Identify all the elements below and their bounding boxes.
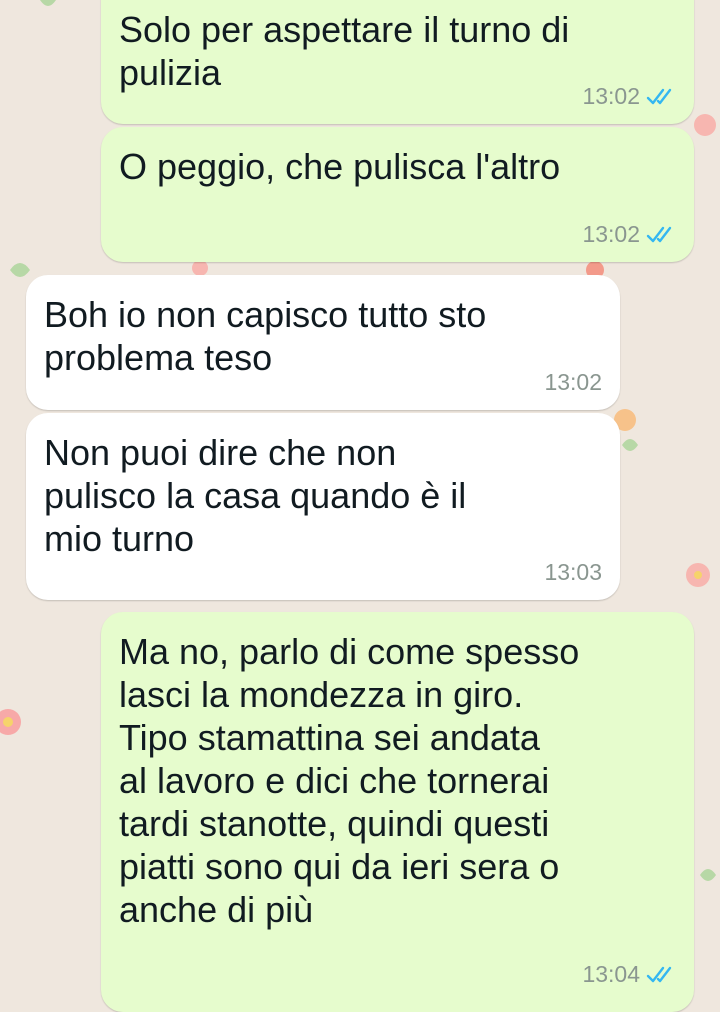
message-text: Non puoi dire che non pulisco la casa qu…	[44, 432, 467, 559]
message-text: Boh io non capisco tutto sto problema te…	[44, 294, 487, 378]
message-meta: 13:03	[544, 559, 602, 586]
message-bubble-outgoing[interactable]: O peggio, che pulisca l'altro 13:02	[101, 127, 694, 262]
message-bubble-outgoing[interactable]: Ma no, parlo di come spesso lasci la mon…	[101, 612, 694, 1012]
leaf-doodle-icon	[40, 0, 56, 6]
message-timestamp: 13:04	[582, 961, 640, 987]
leaf-doodle-icon	[622, 439, 638, 451]
leaf-doodle-icon	[10, 263, 30, 277]
double-check-read-icon	[646, 88, 676, 106]
message-meta: 13:02	[582, 83, 676, 110]
message-text: Ma no, parlo di come spesso lasci la mon…	[119, 631, 580, 930]
double-check-read-icon	[646, 966, 676, 984]
message-bubble-incoming[interactable]: Non puoi dire che non pulisco la casa qu…	[26, 413, 620, 600]
message-timestamp: 13:02	[582, 83, 640, 109]
message-text: O peggio, che pulisca l'altro	[119, 146, 561, 187]
message-meta: 13:04	[582, 961, 676, 988]
message-meta: 13:02	[582, 221, 676, 248]
flower-doodle-icon	[686, 563, 710, 587]
double-check-read-icon	[646, 226, 676, 244]
flower-doodle-icon	[694, 114, 716, 136]
message-text: Solo per aspettare il turno di pulizia	[119, 9, 570, 93]
flower-doodle-icon	[0, 709, 21, 735]
message-timestamp: 13:02	[544, 369, 602, 395]
flower-doodle-icon	[192, 260, 208, 276]
message-bubble-incoming[interactable]: Boh io non capisco tutto sto problema te…	[26, 275, 620, 410]
message-bubble-outgoing[interactable]: Solo per aspettare il turno di pulizia 1…	[101, 0, 694, 124]
message-timestamp: 13:03	[544, 559, 602, 585]
leaf-doodle-icon	[700, 869, 716, 881]
message-meta: 13:02	[544, 369, 602, 396]
message-timestamp: 13:02	[582, 221, 640, 247]
